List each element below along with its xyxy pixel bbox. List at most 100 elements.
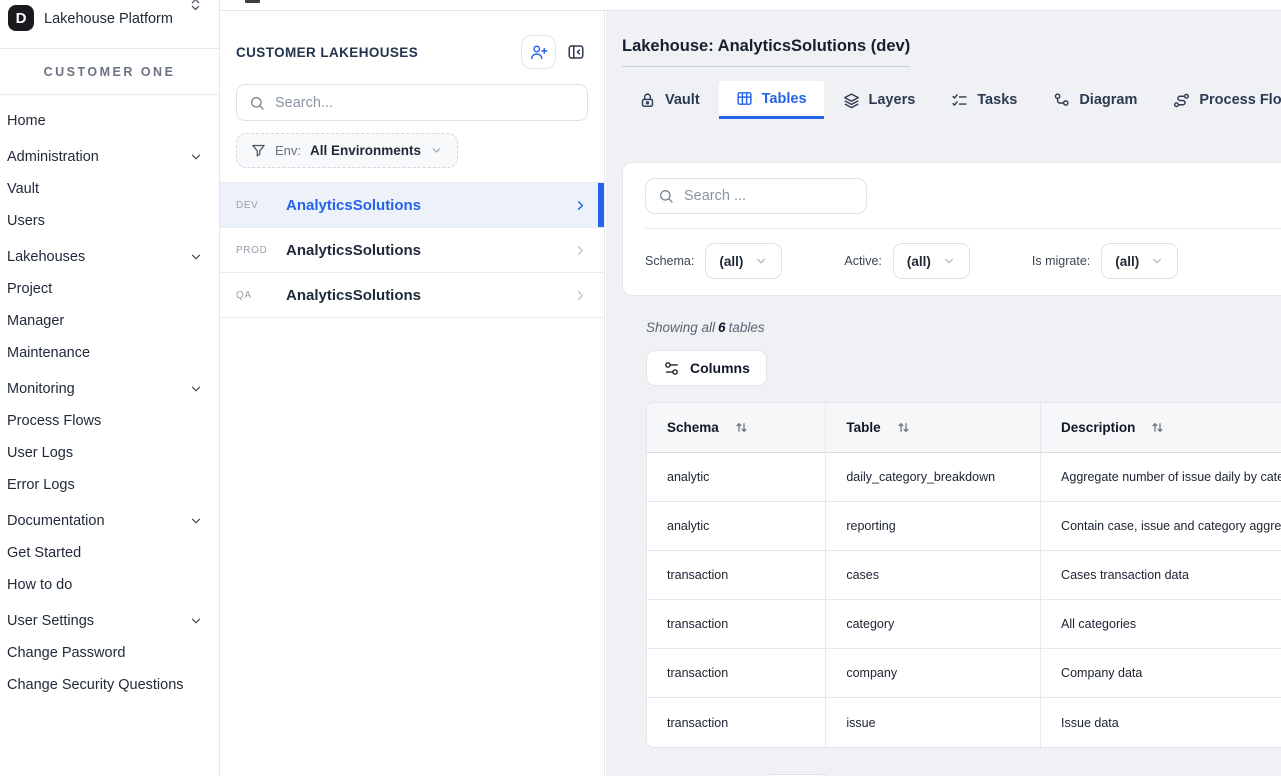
table-search-input[interactable]: [684, 188, 871, 204]
sidebar-item-label: How to do: [7, 577, 72, 593]
cell-description: Cases transaction data: [1041, 551, 1281, 600]
sort-icon[interactable]: [896, 420, 911, 435]
tab-vault[interactable]: Vault: [622, 81, 717, 119]
sidebar-item-user-logs[interactable]: User Logs: [0, 437, 219, 469]
sidebar-item-users[interactable]: Users: [0, 205, 219, 237]
cell-description: Contain case, issue and category aggreat…: [1041, 502, 1281, 551]
cell-schema: analytic: [647, 453, 826, 502]
cell-description: Aggregate number of issue daily by categ…: [1041, 453, 1281, 502]
sidebar-item-change-password[interactable]: Change Password: [0, 637, 219, 669]
env-filter[interactable]: Env: All Environments: [236, 133, 458, 168]
sidebar-item-how-to-do[interactable]: How to do: [0, 569, 219, 601]
search-icon: [658, 188, 674, 204]
chevron-down-icon: [754, 254, 768, 268]
collapse-panel-button[interactable]: [560, 36, 592, 68]
sidebar-item-label: Process Flows: [7, 413, 101, 429]
sidebar-item-label: Vault: [7, 181, 39, 197]
cell-table: company: [826, 649, 1041, 698]
cell-table: issue: [826, 698, 1041, 747]
column-header-label: Description: [1061, 420, 1135, 435]
chevrons-up-down-icon[interactable]: [188, 0, 203, 13]
tab-label: Layers: [869, 92, 916, 108]
cell-schema: analytic: [647, 502, 826, 551]
sidebar-item-label: Manager: [7, 313, 64, 329]
cell-schema: transaction: [647, 698, 826, 747]
table-row[interactable]: analyticreportingContain case, issue and…: [647, 502, 1281, 551]
lakehouse-item-qa[interactable]: QAAnalyticsSolutions: [220, 273, 604, 318]
filter-label: Schema:: [645, 254, 694, 268]
tab-tasks[interactable]: Tasks: [934, 81, 1034, 119]
results-summary: Showing all6tables: [646, 320, 1281, 335]
column-header-label: Schema: [667, 420, 719, 435]
tab-layers[interactable]: Layers: [826, 81, 933, 119]
table-icon: [736, 90, 753, 107]
table-row[interactable]: transactioncategoryAll categories: [647, 600, 1281, 649]
sliders-icon: [663, 360, 680, 377]
sidebar-item-administration[interactable]: Administration: [0, 141, 219, 173]
table-row[interactable]: analyticdaily_category_breakdownAggregat…: [647, 453, 1281, 502]
schema-select[interactable]: (all): [705, 243, 782, 279]
table-header-row: Schema Table Description: [647, 403, 1281, 453]
sidebar-item-label: Maintenance: [7, 345, 90, 361]
sidebar: D Lakehouse Platform CUSTOMER ONE HomeAd…: [0, 0, 220, 776]
lakehouse-env-badge: QA: [236, 290, 284, 301]
panel-collapse-icon: [567, 43, 585, 61]
sidebar-item-label: Change Password: [7, 645, 126, 661]
lakehouses-panel: CUSTOMER LAKEHOUSES Env: All E: [220, 11, 605, 776]
table-row[interactable]: transactioncasesCases transaction data: [647, 551, 1281, 600]
lakehouse-search-input[interactable]: [275, 95, 575, 111]
select-value: (all): [1115, 254, 1139, 269]
tab-tables[interactable]: Tables: [719, 81, 824, 119]
column-header-table: Table: [826, 403, 1041, 453]
panel-title: CUSTOMER LAKEHOUSES: [236, 45, 418, 60]
lakehouse-search: [236, 84, 588, 121]
sidebar-item-home[interactable]: Home: [0, 105, 219, 137]
user-plus-icon: [530, 43, 548, 61]
add-user-button[interactable]: [521, 35, 556, 69]
sidebar-item-label: Administration: [7, 149, 99, 165]
sort-icon[interactable]: [734, 420, 749, 435]
columns-button-label: Columns: [690, 360, 750, 376]
sidebar-item-manager[interactable]: Manager: [0, 305, 219, 337]
sidebar-item-documentation[interactable]: Documentation: [0, 505, 219, 537]
lakehouse-name: AnalyticsSolutions: [286, 287, 573, 304]
tables-table: Schema Table Description analyticdaily_cat…: [646, 402, 1281, 748]
lakehouse-item-dev[interactable]: DEVAnalyticsSolutions: [220, 183, 604, 228]
sidebar-item-project[interactable]: Project: [0, 273, 219, 305]
sidebar-item-user-settings[interactable]: User Settings: [0, 605, 219, 637]
sidebar-item-label: Documentation: [7, 513, 105, 529]
columns-button[interactable]: Columns: [646, 350, 767, 386]
table-row[interactable]: transactioncompanyCompany data: [647, 649, 1281, 698]
chevron-right-icon: [573, 198, 588, 213]
sidebar-item-lakehouses[interactable]: Lakehouses: [0, 241, 219, 273]
chevron-down-icon: [189, 614, 203, 628]
is-migrate-select[interactable]: (all): [1101, 243, 1178, 279]
sidebar-item-error-logs[interactable]: Error Logs: [0, 469, 219, 501]
cell-table: category: [826, 600, 1041, 649]
summary-suffix: tables: [729, 320, 765, 335]
filter-card: Schema:(all)Active:(all)Is migrate:(all): [622, 162, 1281, 296]
sidebar-item-label: Monitoring: [7, 381, 75, 397]
tab-bar: VaultTables Layers TasksDiagramProcess Flo…: [622, 81, 1281, 119]
table-row[interactable]: transactionissueIssue data: [647, 698, 1281, 747]
sidebar-item-change-security-questions[interactable]: Change Security Questions: [0, 669, 219, 701]
sidebar-item-maintenance[interactable]: Maintenance: [0, 337, 219, 369]
tab-process-flows[interactable]: Process Flows: [1156, 81, 1281, 119]
filter-label: Active:: [844, 254, 882, 268]
sidebar-item-get-started[interactable]: Get Started: [0, 537, 219, 569]
lakehouse-name: AnalyticsSolutions: [286, 242, 573, 259]
menu-icon[interactable]: [245, 0, 260, 3]
column-header-schema: Schema: [647, 403, 826, 453]
sidebar-item-vault[interactable]: Vault: [0, 173, 219, 205]
sort-icon[interactable]: [1150, 420, 1165, 435]
active-select[interactable]: (all): [893, 243, 970, 279]
env-filter-value: All Environments: [310, 143, 421, 158]
sidebar-item-process-flows[interactable]: Process Flows: [0, 405, 219, 437]
table-search: [645, 178, 867, 214]
lakehouse-item-prod[interactable]: PRODAnalyticsSolutions: [220, 228, 604, 273]
tab-diagram[interactable]: Diagram: [1036, 81, 1154, 119]
page-title: Lakehouse: AnalyticsSolutions (dev): [622, 37, 910, 67]
brand[interactable]: D Lakehouse Platform: [0, 0, 219, 48]
sidebar-item-monitoring[interactable]: Monitoring: [0, 373, 219, 405]
lock-icon: [639, 92, 656, 109]
